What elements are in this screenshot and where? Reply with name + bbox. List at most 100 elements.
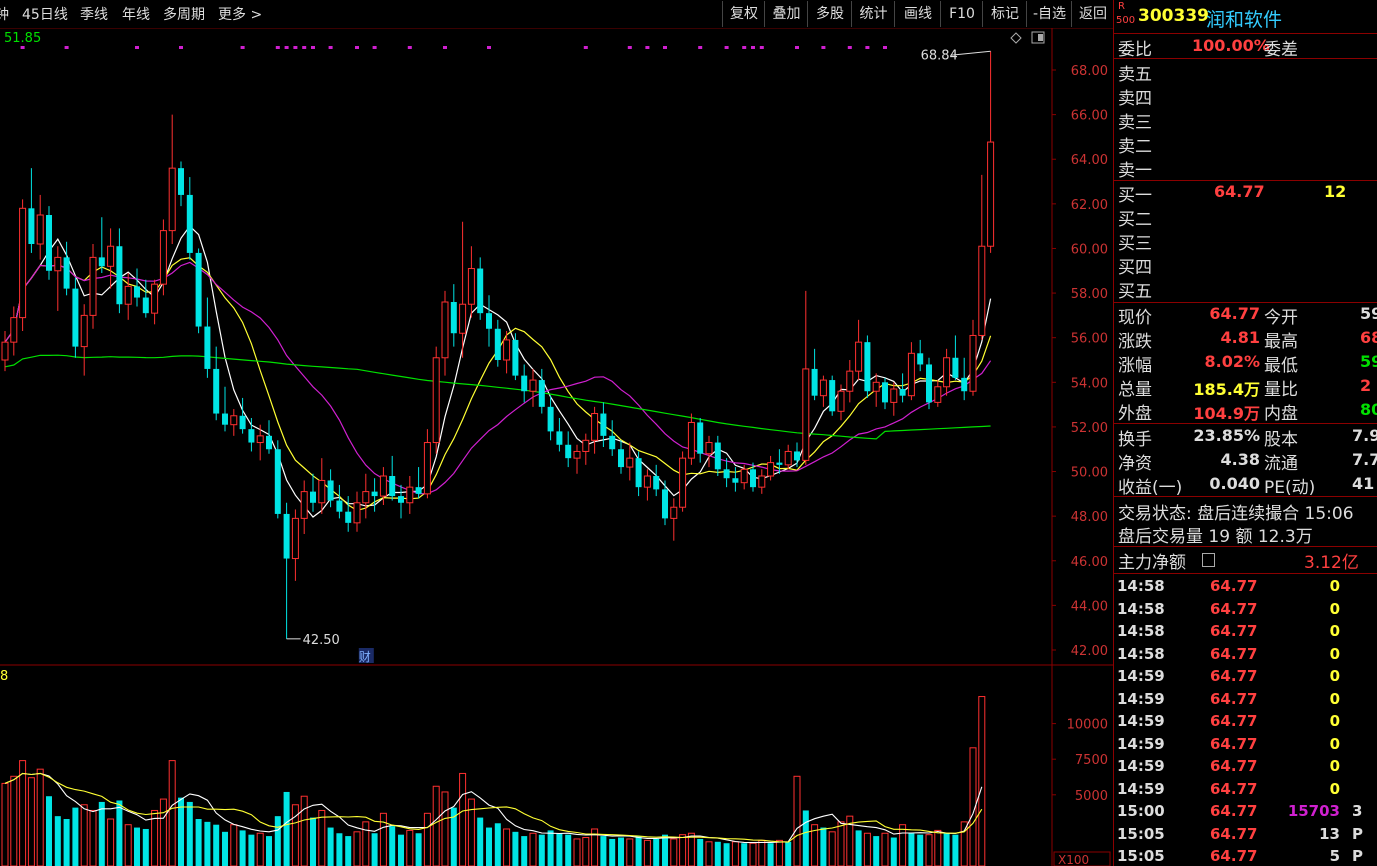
volume-bar [793,775,801,866]
candle-body [327,480,334,501]
candle-body [758,475,766,488]
candle-body [837,390,845,412]
period-tab-5[interactable]: 更多 > [218,4,262,24]
price-axis-label: 50.00 [1071,466,1108,481]
stat-value: 8.02% [1204,352,1260,371]
tick-price: 64.77 [1210,667,1258,685]
toolbar-button-6[interactable]: 标记 [982,1,1027,27]
tick-flag: P [1352,847,1363,865]
toolbar-button-0[interactable]: 复权 [722,1,765,27]
candle-body [899,389,906,396]
tick-time: 15:05 [1117,824,1165,843]
toolbar-button-4[interactable]: 画线 [894,1,941,27]
volume-bar [398,834,404,866]
stat2-label: 净资 [1118,454,1152,474]
signal-marker [302,46,307,49]
volume-bar [300,795,308,866]
signal-marker [64,46,69,49]
stat-value-2: 805 [1360,400,1377,419]
candle-body [310,491,316,503]
toolbar-button-7[interactable]: -自选 [1026,1,1072,27]
stat-value-2: 59 [1360,304,1377,323]
stat2-label-2: 股本 [1264,430,1298,450]
stat-value: 104.9万 [1193,404,1260,423]
kline-chart[interactable]: 68.00 66.00 64.00 62.00 60.00 58.00 56.00 54.00… [0,28,1113,866]
candle-body [635,458,642,488]
candle-body [204,326,211,369]
volume-bar [837,821,845,866]
buy-level-3: 买三 [1114,229,1377,254]
tick-volume: 0 [1329,599,1340,618]
signal-marker [20,46,25,49]
volume-bar [934,829,942,866]
buy-label: 买三 [1118,234,1152,254]
candle-body [582,439,590,452]
period-tab-2[interactable]: 季线 [80,4,108,24]
volume-bar [486,827,492,866]
volume-bar [423,812,431,866]
tick-flag: 3 [1352,802,1363,820]
price-axis-label: 44.00 [1071,599,1108,614]
tick-time: 14:58 [1117,644,1165,663]
volume-bar [379,812,387,866]
volume-bar [556,833,563,866]
main-net-row[interactable]: 主力净额 3.12亿 [1114,548,1377,573]
volume-bar [72,807,79,866]
candle-body [565,444,572,459]
volume-bar [195,819,202,866]
price-axis-label: 46.00 [1071,555,1108,570]
toolbar-button-5[interactable]: F10 [940,1,983,27]
volume-bar [89,809,97,866]
candle-body [134,286,140,298]
candle-body [178,168,184,195]
candle-body [556,431,563,445]
volume-bar [653,838,660,866]
candle-body [943,357,951,388]
volume-bar [573,838,581,866]
period-tab-0[interactable]: 钟 [0,4,9,24]
weicha-label: 委差 [1264,40,1298,60]
candle-body [679,457,687,508]
candle-body [423,442,431,495]
after-hours-text: 盘后交易量 19 额 12.3万 [1118,527,1313,547]
candle-body [626,457,634,468]
toolbar-button-3[interactable]: 统计 [851,1,895,27]
tick-row: 14:59 64.77 0 [1114,735,1377,758]
tick-time: 14:58 [1117,577,1165,595]
list-icon[interactable] [1202,553,1215,567]
tick-row: 14:59 64.77 0 [1114,690,1377,713]
buy-label: 买五 [1118,282,1152,302]
tick-row: 14:58 64.77 0 [1114,645,1377,668]
stat-value: 185.4万 [1193,380,1260,399]
candle-body [248,429,255,443]
diamond-icon[interactable] [1010,32,1022,44]
price-axis-label: 66.00 [1071,109,1108,124]
toolbar-button-2[interactable]: 多股 [807,1,852,27]
quote-stat2-row: 换手 23.85%股本 7.9 [1114,425,1377,450]
volume-bar [36,768,44,866]
volume-bar [107,818,115,866]
candle-body [195,252,202,327]
period-tab-4[interactable]: 多周期 [163,4,205,24]
volume-bar [582,837,590,866]
candle-body [336,500,343,512]
signal-marker [627,46,632,49]
tick-volume: 0 [1329,622,1340,640]
candle-body [432,357,440,444]
sell-level-1: 卖一 [1114,156,1377,181]
toolbar-button-8[interactable]: 返回 [1071,1,1114,27]
candle-body [230,415,238,426]
candle-body [459,303,467,334]
stock-header[interactable]: R 500 300339 润和软件 [1114,0,1377,34]
candle-body [151,283,159,314]
tick-volume: 5 [1329,847,1340,865]
price-axis-label: 42.00 [1071,644,1108,659]
candle-body [107,245,115,267]
stat2-label-2: 流通 [1264,454,1298,474]
period-tab-1[interactable]: 45日线 [22,4,68,24]
period-tab-3[interactable]: 年线 [122,4,150,24]
tick-time: 14:59 [1117,712,1165,730]
toolbar-button-1[interactable]: 叠加 [764,1,808,27]
candle-body [829,380,836,412]
candle-body [926,364,932,403]
